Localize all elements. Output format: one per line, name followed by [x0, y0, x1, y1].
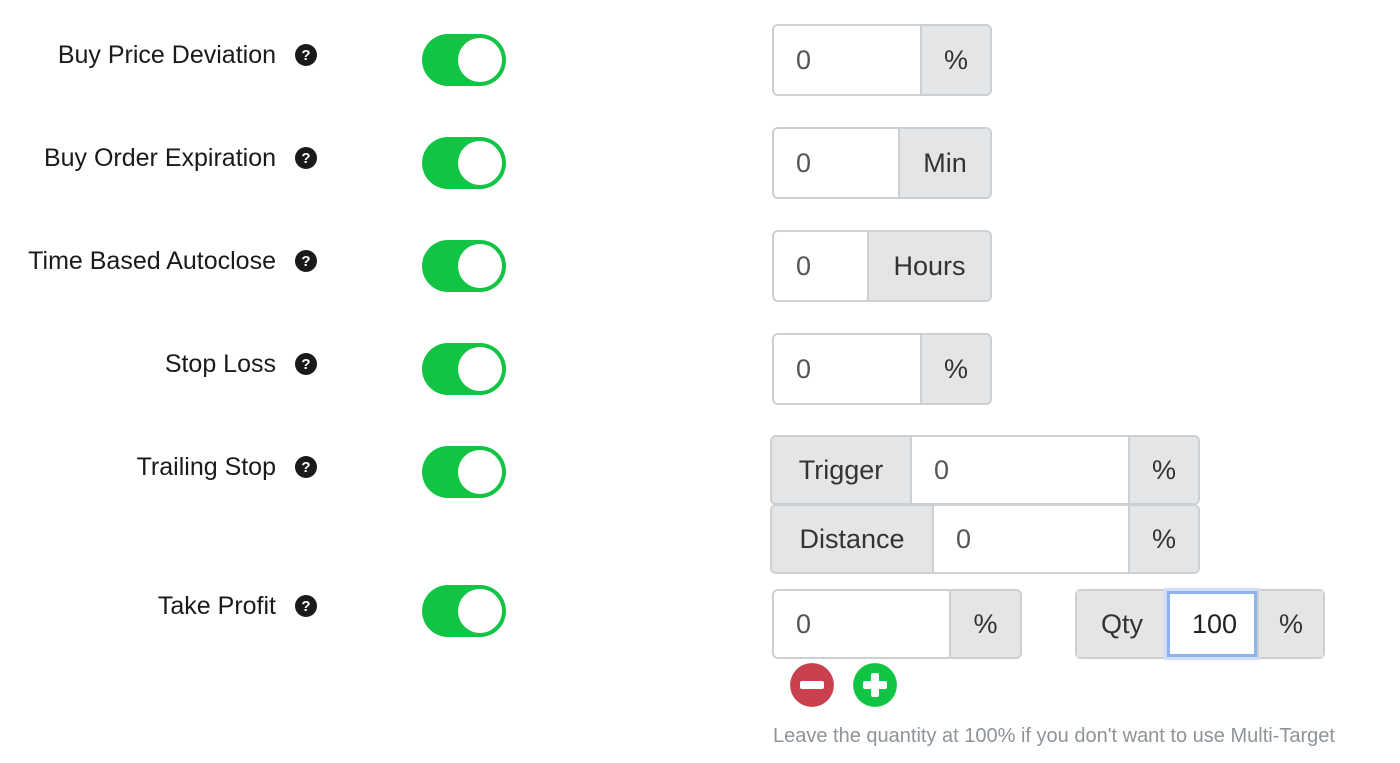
percent-addon: %: [1128, 506, 1198, 572]
stop-loss-input-group: %: [772, 333, 992, 405]
percent-addon: %: [1257, 591, 1323, 657]
toggle-knob: [458, 589, 502, 633]
percent-addon: %: [1128, 437, 1198, 503]
toggle-knob: [458, 38, 502, 82]
svg-text:?: ?: [301, 253, 310, 270]
toggle-knob: [458, 141, 502, 185]
question-circle-icon[interactable]: ?: [295, 147, 317, 169]
buy-order-expiration-input[interactable]: [774, 129, 898, 197]
plus-circle-icon[interactable]: [853, 663, 897, 707]
stop-loss-label: Stop Loss: [164, 350, 276, 378]
buy-price-deviation-input[interactable]: [774, 26, 920, 94]
svg-text:?: ?: [301, 356, 310, 373]
trailing-stop-toggle[interactable]: [422, 446, 506, 498]
trailing-stop-label: Trailing Stop: [136, 453, 276, 481]
percent-addon: %: [949, 591, 1020, 657]
take-profit-input-group: %: [772, 589, 1022, 659]
take-profit-qty-group: Qty %: [1075, 589, 1325, 659]
buy-price-deviation-toggle[interactable]: [422, 34, 506, 86]
take-profit-label: Take Profit: [157, 592, 276, 620]
time-based-autoclose-input-group: Hours: [772, 230, 992, 302]
time-based-autoclose-toggle[interactable]: [422, 240, 506, 292]
svg-text:?: ?: [301, 47, 310, 64]
take-profit-toggle[interactable]: [422, 585, 506, 637]
time-based-autoclose-label: Time Based Autoclose: [28, 247, 276, 275]
minus-circle-icon[interactable]: [790, 663, 834, 707]
min-addon: Min: [898, 129, 990, 197]
svg-text:?: ?: [301, 150, 310, 167]
trailing-stop-trigger-group: Trigger %: [770, 435, 1200, 505]
svg-text:?: ?: [301, 459, 310, 476]
distance-addon: Distance: [772, 506, 934, 572]
toggle-knob: [458, 347, 502, 391]
trailing-stop-trigger-input[interactable]: [912, 437, 1128, 503]
buy-price-deviation-input-group: %: [772, 24, 992, 96]
svg-text:?: ?: [301, 598, 310, 615]
stop-loss-toggle[interactable]: [422, 343, 506, 395]
trailing-stop-distance-input[interactable]: [934, 506, 1128, 572]
take-profit-input[interactable]: [774, 591, 949, 657]
question-circle-icon[interactable]: ?: [295, 44, 317, 66]
buy-order-expiration-toggle[interactable]: [422, 137, 506, 189]
stop-loss-input[interactable]: [774, 335, 920, 403]
toggle-knob: [458, 450, 502, 494]
percent-addon: %: [920, 26, 990, 94]
percent-addon: %: [920, 335, 990, 403]
question-circle-icon[interactable]: ?: [295, 353, 317, 375]
buy-order-expiration-input-group: Min: [772, 127, 992, 199]
trailing-stop-distance-group: Distance %: [770, 504, 1200, 574]
question-circle-icon[interactable]: ?: [295, 595, 317, 617]
question-circle-icon[interactable]: ?: [295, 456, 317, 478]
take-profit-qty-input[interactable]: [1167, 591, 1257, 657]
trigger-addon: Trigger: [772, 437, 912, 503]
buy-price-deviation-label: Buy Price Deviation: [57, 41, 276, 69]
buy-order-expiration-label: Buy Order Expiration: [43, 144, 276, 172]
toggle-knob: [458, 244, 502, 288]
multi-target-hint: Leave the quantity at 100% if you don't …: [773, 725, 1335, 747]
qty-addon: Qty: [1077, 591, 1167, 657]
time-based-autoclose-input[interactable]: [774, 232, 867, 300]
question-circle-icon[interactable]: ?: [295, 250, 317, 272]
hours-addon: Hours: [867, 232, 990, 300]
